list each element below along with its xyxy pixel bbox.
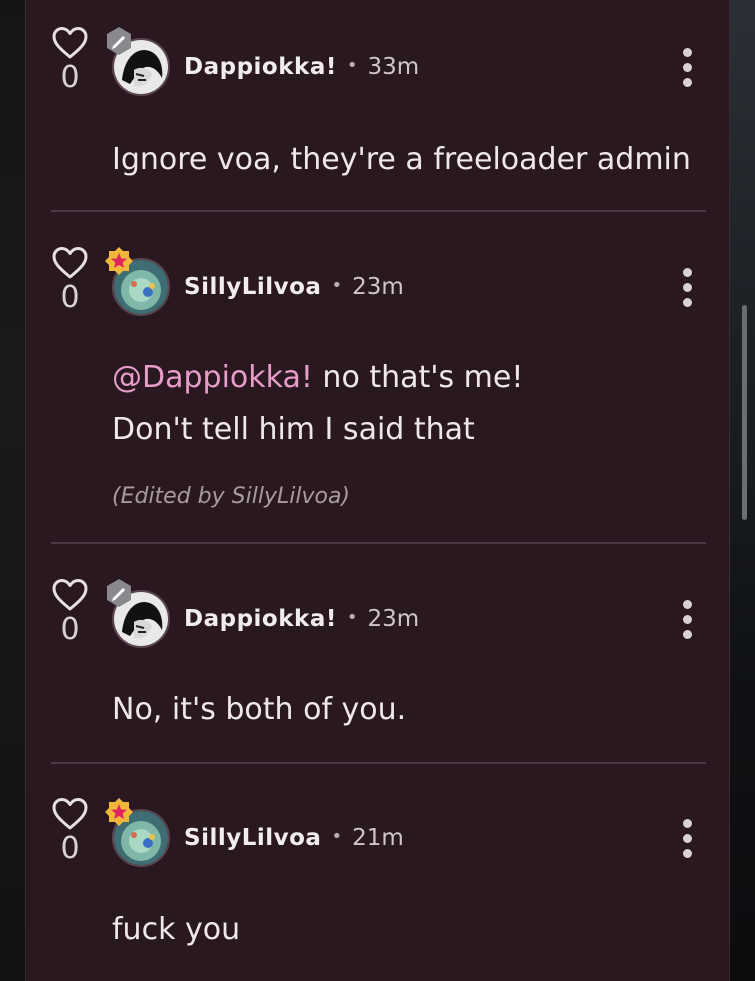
comments-panel: 0 Dappiokka! • 33m Ignore voa, they're a f… [25,0,730,981]
timestamp: 33m [367,54,420,80]
comment-line: @Dappiokka! no that's me! [112,352,523,404]
like-control: 0 [50,578,90,646]
comment-body: fuck you [112,912,241,947]
star-icon [105,798,133,826]
username[interactable]: SillyLilvoa [184,825,321,851]
like-count: 0 [60,612,80,647]
more-options-icon[interactable] [681,48,693,88]
more-options-icon[interactable] [681,600,693,640]
heart-icon[interactable] [51,797,89,831]
timestamp: 23m [352,274,404,300]
user-mention-link[interactable]: @Dappiokka! [112,360,313,395]
username[interactable]: SillyLilvoa [184,274,321,300]
star-icon [105,247,133,275]
like-control: 0 [50,797,90,865]
comment-body: @Dappiokka! no that's me! Don't tell him… [112,352,523,456]
username[interactable]: Dappiokka! [184,54,337,80]
separator-dot: • [346,55,358,76]
comment-body: No, it's both of you. [112,692,407,727]
like-control: 0 [50,26,90,94]
separator-dot: • [331,275,343,296]
more-options-icon[interactable] [681,268,693,308]
comment-text: no that's me! [312,360,524,395]
separator-dot: • [346,607,358,628]
comment-meta: Dappiokka! • 23m [184,606,419,632]
username[interactable]: Dappiokka! [184,606,337,632]
comment-body: Ignore voa, they're a freeloader admin [112,142,691,177]
heart-icon[interactable] [51,578,89,612]
comment-line: Don't tell him I said that [112,412,475,447]
divider [51,210,706,212]
divider [51,762,706,764]
scrollbar[interactable] [742,305,747,520]
like-count: 0 [60,60,80,95]
more-options-icon[interactable] [681,819,693,859]
heart-icon[interactable] [51,26,89,60]
edited-note: (Edited by SillyLilvoa) [112,484,351,509]
timestamp: 23m [367,606,420,632]
divider [51,542,706,544]
comment-meta: SillyLilvoa • 21m [184,825,404,851]
separator-dot: • [331,826,343,847]
like-count: 0 [60,280,80,315]
pencil-icon [107,579,131,607]
comment-meta: SillyLilvoa • 23m [184,274,404,300]
comment-meta: Dappiokka! • 33m [184,54,419,80]
timestamp: 21m [352,825,404,851]
heart-icon[interactable] [51,246,89,280]
like-count: 0 [60,831,80,866]
like-control: 0 [50,246,90,314]
pencil-icon [107,27,131,55]
background-left [0,0,25,981]
